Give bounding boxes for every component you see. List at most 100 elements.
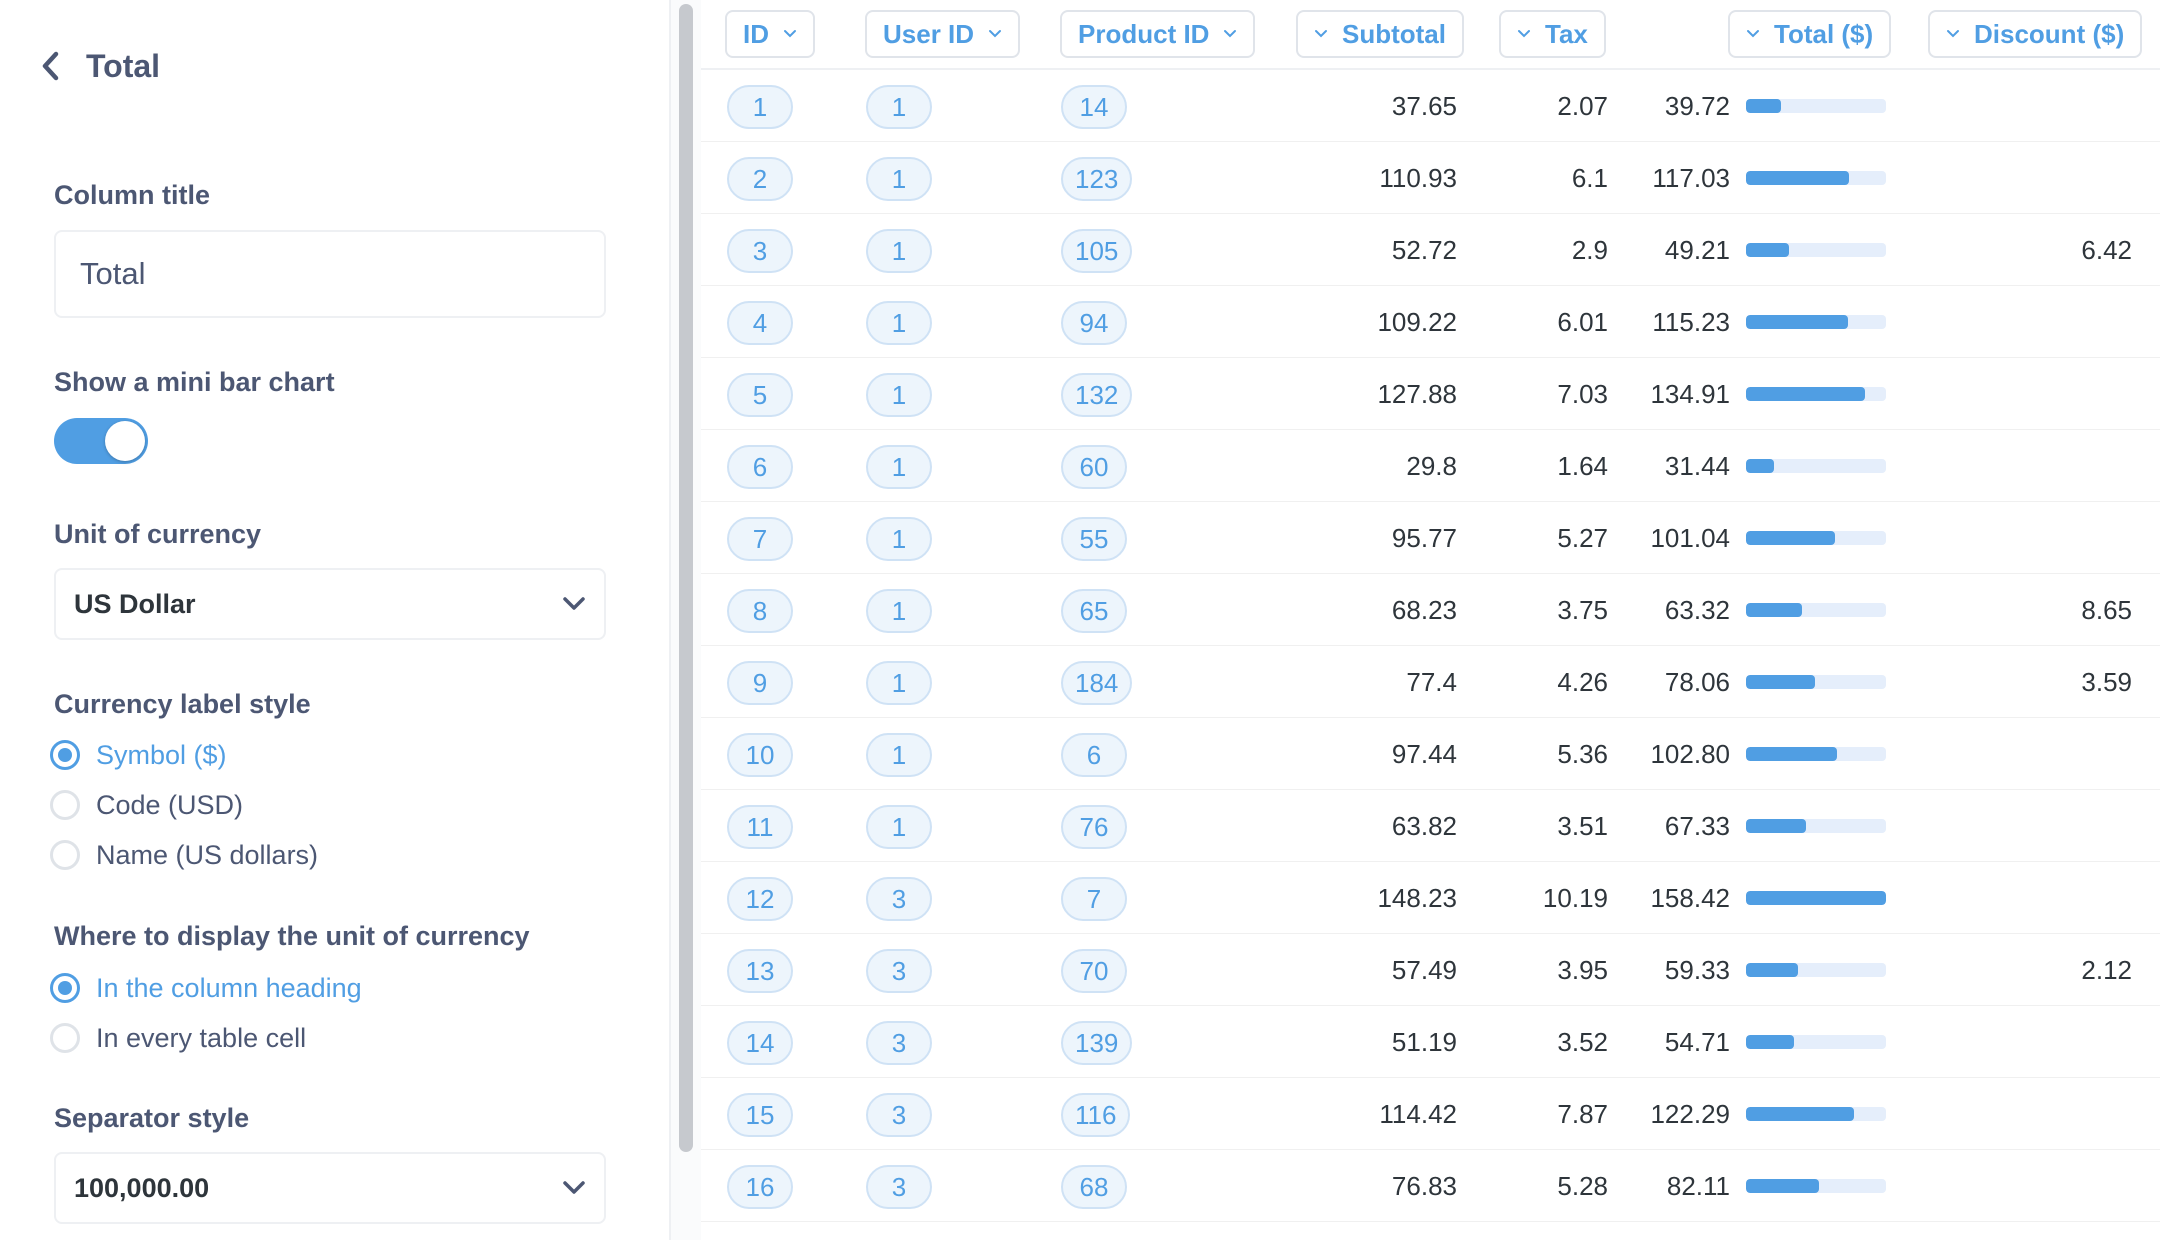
user-id-cell[interactable]: 1: [866, 589, 932, 633]
id-cell[interactable]: 6: [727, 445, 793, 489]
chevron-left-icon[interactable]: [40, 51, 66, 81]
product-id-cell[interactable]: 68: [1061, 1165, 1127, 1209]
subtotal-cell[interactable]: 148.23: [1307, 862, 1457, 934]
separator-style-select[interactable]: 100,000.00: [54, 1152, 606, 1224]
id-cell[interactable]: 7: [727, 517, 793, 561]
column-header-product-id[interactable]: Product ID: [1060, 10, 1256, 58]
discount-cell[interactable]: [1982, 1078, 2132, 1150]
discount-cell[interactable]: [1982, 70, 2132, 142]
product-id-cell[interactable]: 55: [1061, 517, 1127, 561]
column-header-discount[interactable]: Discount ($): [1928, 10, 2143, 58]
id-cell[interactable]: 2: [727, 157, 793, 201]
user-id-cell[interactable]: 1: [866, 445, 932, 489]
id-cell[interactable]: 1: [727, 85, 793, 129]
user-id-cell[interactable]: 3: [866, 877, 932, 921]
product-id-cell[interactable]: 123: [1061, 157, 1133, 201]
id-cell[interactable]: 9: [727, 661, 793, 705]
total-cell[interactable]: 115.23: [1580, 286, 1730, 358]
total-cell[interactable]: 134.91: [1580, 358, 1730, 430]
total-cell[interactable]: 39.72: [1580, 70, 1730, 142]
user-id-cell[interactable]: 1: [866, 301, 932, 345]
subtotal-cell[interactable]: 52.72: [1307, 214, 1457, 286]
discount-cell[interactable]: 8.65: [1982, 574, 2132, 646]
id-cell[interactable]: 10: [727, 733, 793, 777]
subtotal-cell[interactable]: 97.44: [1307, 718, 1457, 790]
discount-cell[interactable]: [1982, 1006, 2132, 1078]
user-id-cell[interactable]: 3: [866, 949, 932, 993]
user-id-cell[interactable]: 3: [866, 1021, 932, 1065]
product-id-cell[interactable]: 7: [1061, 877, 1127, 921]
product-id-cell[interactable]: 116: [1061, 1093, 1131, 1137]
column-header-user-id[interactable]: User ID: [865, 10, 1021, 58]
total-cell[interactable]: 59.33: [1580, 934, 1730, 1006]
column-header-tax[interactable]: Tax: [1499, 10, 1606, 58]
id-cell[interactable]: 8: [727, 589, 793, 633]
mini-bar-chart-toggle[interactable]: [54, 418, 148, 464]
subtotal-cell[interactable]: 63.82: [1307, 790, 1457, 862]
subtotal-cell[interactable]: 57.49: [1307, 934, 1457, 1006]
user-id-cell[interactable]: 3: [866, 1093, 932, 1137]
radio-option-name[interactable]: Name (US dollars): [50, 835, 318, 875]
radio-button[interactable]: [50, 790, 80, 820]
subtotal-cell[interactable]: 51.19: [1307, 1006, 1457, 1078]
discount-cell[interactable]: [1982, 1150, 2132, 1222]
subtotal-cell[interactable]: 37.65: [1307, 70, 1457, 142]
id-cell[interactable]: 4: [727, 301, 793, 345]
total-cell[interactable]: 122.29: [1580, 1078, 1730, 1150]
radio-button[interactable]: [50, 1023, 80, 1053]
total-cell[interactable]: 158.42: [1580, 862, 1730, 934]
radio-option-symbol[interactable]: Symbol ($): [50, 735, 227, 775]
id-cell[interactable]: 16: [727, 1165, 793, 1209]
column-header-id[interactable]: ID: [725, 10, 815, 58]
column-header-total[interactable]: Total ($): [1728, 10, 1892, 58]
id-cell[interactable]: 12: [727, 877, 793, 921]
subtotal-cell[interactable]: 68.23: [1307, 574, 1457, 646]
total-cell[interactable]: 82.11: [1580, 1150, 1730, 1222]
radio-button[interactable]: [50, 740, 80, 770]
user-id-cell[interactable]: 1: [866, 733, 932, 777]
radio-button[interactable]: [50, 973, 80, 1003]
subtotal-cell[interactable]: 109.22: [1307, 286, 1457, 358]
product-id-cell[interactable]: 132: [1061, 373, 1133, 417]
user-id-cell[interactable]: 1: [866, 373, 932, 417]
product-id-cell[interactable]: 105: [1061, 229, 1133, 273]
discount-cell[interactable]: [1982, 790, 2132, 862]
discount-cell[interactable]: [1982, 502, 2132, 574]
discount-cell[interactable]: [1982, 430, 2132, 502]
subtotal-cell[interactable]: 127.88: [1307, 358, 1457, 430]
product-id-cell[interactable]: 60: [1061, 445, 1127, 489]
id-cell[interactable]: 14: [727, 1021, 793, 1065]
product-id-cell[interactable]: 6: [1061, 733, 1127, 777]
id-cell[interactable]: 3: [727, 229, 793, 273]
discount-cell[interactable]: [1982, 142, 2132, 214]
discount-cell[interactable]: 2.12: [1982, 934, 2132, 1006]
column-title-input[interactable]: Total: [54, 230, 606, 318]
user-id-cell[interactable]: 1: [866, 229, 932, 273]
total-cell[interactable]: 78.06: [1580, 646, 1730, 718]
user-id-cell[interactable]: 1: [866, 661, 932, 705]
product-id-cell[interactable]: 65: [1061, 589, 1127, 633]
radio-option-column-heading[interactable]: In the column heading: [50, 968, 362, 1008]
column-header-subtotal[interactable]: Subtotal: [1296, 10, 1464, 58]
subtotal-cell[interactable]: 76.83: [1307, 1150, 1457, 1222]
total-cell[interactable]: 31.44: [1580, 430, 1730, 502]
user-id-cell[interactable]: 1: [866, 517, 932, 561]
currency-unit-select[interactable]: US Dollar: [54, 568, 606, 640]
id-cell[interactable]: 5: [727, 373, 793, 417]
discount-cell[interactable]: [1982, 358, 2132, 430]
radio-option-every-cell[interactable]: In every table cell: [50, 1018, 306, 1058]
product-id-cell[interactable]: 94: [1061, 301, 1127, 345]
discount-cell[interactable]: [1982, 718, 2132, 790]
total-cell[interactable]: 117.03: [1580, 142, 1730, 214]
id-cell[interactable]: 13: [727, 949, 793, 993]
discount-cell[interactable]: [1982, 286, 2132, 358]
product-id-cell[interactable]: 139: [1061, 1021, 1133, 1065]
discount-cell[interactable]: 3.59: [1982, 646, 2132, 718]
total-cell[interactable]: 54.71: [1580, 1006, 1730, 1078]
panel-scrollbar-thumb[interactable]: [679, 4, 693, 1152]
total-cell[interactable]: 63.32: [1580, 574, 1730, 646]
radio-button[interactable]: [50, 840, 80, 870]
subtotal-cell[interactable]: 114.42: [1307, 1078, 1457, 1150]
total-cell[interactable]: 101.04: [1580, 502, 1730, 574]
subtotal-cell[interactable]: 95.77: [1307, 502, 1457, 574]
